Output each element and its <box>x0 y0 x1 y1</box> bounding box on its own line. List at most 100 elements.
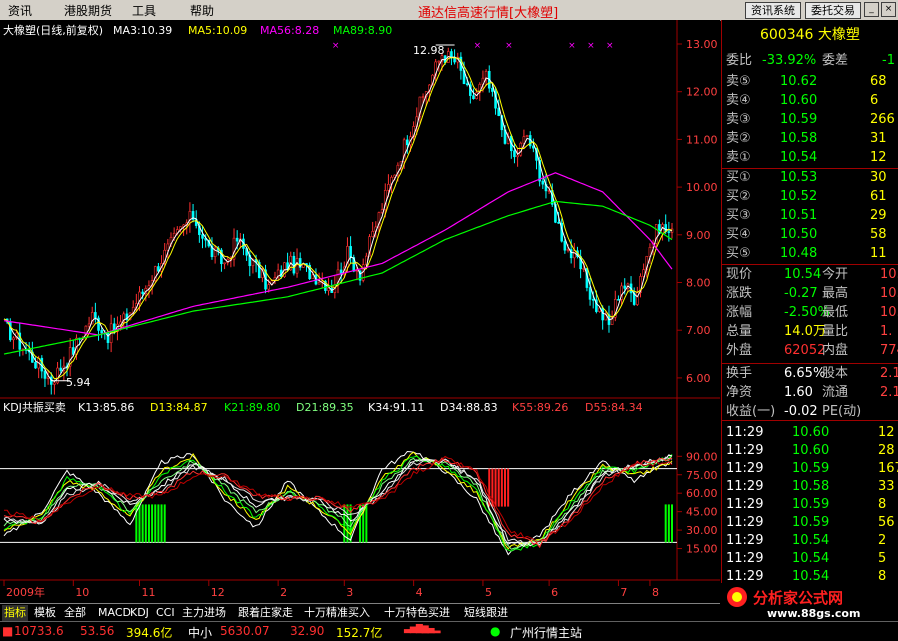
tick-price: 10.58 <box>792 479 830 494</box>
bid-volume: 58 <box>870 227 887 242</box>
site-logo: 分析家公式网 www.88gs.com <box>721 583 898 621</box>
sh-amount: 394.6亿 <box>126 626 173 640</box>
ask-label: 卖② <box>726 131 751 146</box>
ask-price: 10.58 <box>780 131 818 146</box>
sh-up-icon: ■ <box>2 624 14 638</box>
stat-value: 14.0万 <box>784 324 826 339</box>
candle-body <box>525 135 529 138</box>
tab-10[interactable]: 短线跟进 <box>462 605 510 621</box>
ask-price: 10.62 <box>780 74 818 89</box>
buy-signal-bar <box>667 504 670 543</box>
tick-time: 11:29 <box>726 443 764 458</box>
tick-volume: 12 <box>878 425 895 440</box>
stat-value-2: 10. <box>880 286 898 301</box>
candle-body <box>349 246 352 258</box>
ask-label: 卖③ <box>726 112 751 127</box>
chart-area[interactable]: × × × × × × 13.00 12.00 11.00 10.00 9.00 8.00 7.00 6… <box>0 20 720 603</box>
menu-help[interactable]: 帮助 <box>190 2 214 19</box>
tick-time: 11:29 <box>726 515 764 530</box>
kline-kdj-chart[interactable]: × × × × × × 13.00 12.00 11.00 10.00 9.00 8.00 7.00 6… <box>0 20 720 603</box>
stat-value-2: 2.10 <box>880 385 898 400</box>
bid-price: 10.50 <box>780 227 818 242</box>
stat-value-2: 10. <box>880 267 898 282</box>
menu-hk-futures[interactable]: 港股期货 <box>64 2 112 19</box>
candle-body <box>557 222 560 224</box>
tab-8[interactable]: 十万精准买入 <box>302 605 372 621</box>
stat-label: 收益(一) <box>726 404 776 419</box>
news-system-button[interactable]: 资讯系统 <box>745 2 801 19</box>
minimize-icon[interactable]: _ <box>864 2 879 17</box>
kdj-axis-label: 45.00 <box>686 506 718 519</box>
stat-value: 1.60 <box>784 385 813 400</box>
tick-price: 10.59 <box>792 461 830 476</box>
candle-body <box>317 281 321 285</box>
candle-body <box>295 258 299 274</box>
tab-5[interactable]: CCI <box>154 605 177 621</box>
logo-text: 分析家公式网 <box>753 589 843 607</box>
candle-body <box>617 298 620 301</box>
candle-body <box>235 237 239 242</box>
candle-body <box>201 234 204 239</box>
candle-body <box>406 139 409 146</box>
tick-volume: 8 <box>878 497 887 512</box>
candle-body <box>292 255 296 274</box>
ask-volume: 68 <box>870 74 887 89</box>
tab-2[interactable]: 全部 <box>62 605 88 621</box>
ma5-legend: MA5:10.09 <box>188 24 247 37</box>
tick-time: 11:29 <box>726 533 764 548</box>
candle-body <box>371 231 374 237</box>
bid-price: 10.48 <box>780 246 818 261</box>
time-axis-label: 5 <box>485 586 492 599</box>
tick-row: 11:29 10.54 2 <box>722 531 898 550</box>
buy-signal-bar <box>147 504 150 543</box>
time-axis-label: 4 <box>416 586 423 599</box>
signal-mark: × <box>568 41 576 51</box>
time-axis-label: 11 <box>141 586 155 599</box>
signal-mark: × <box>332 41 340 51</box>
candle-body <box>491 87 494 92</box>
stat-label-2: 股本 <box>822 366 849 381</box>
sell-signal-bar <box>497 468 500 507</box>
tick-price: 10.60 <box>792 425 830 440</box>
close-icon[interactable]: × <box>881 2 896 17</box>
menu-tools[interactable]: 工具 <box>132 2 156 19</box>
tab-7[interactable]: 跟着庄家走 <box>236 605 295 621</box>
candle-body <box>267 284 270 290</box>
time-axis-label: 7 <box>620 586 627 599</box>
time-axis-label: 2 <box>280 586 287 599</box>
ask-row: 卖③ 10.59 266 <box>722 110 898 129</box>
ask-row: 卖⑤ 10.62 68 <box>722 72 898 91</box>
tick-row: 11:29 10.60 28 <box>722 441 898 460</box>
buy-signal-bar <box>671 504 673 543</box>
k21-legend: K21:89.80 <box>224 401 280 414</box>
signal-mark: × <box>505 41 513 51</box>
stat-row: 涨跌 -0.27 最高 10. <box>722 284 898 303</box>
candle-body <box>355 270 359 272</box>
ask-row: 卖② 10.58 31 <box>722 129 898 148</box>
tab-1[interactable]: 模板 <box>32 605 58 621</box>
candle-body <box>636 292 639 305</box>
tab-4[interactable]: KDJ <box>128 605 151 621</box>
k13-legend: K13:85.86 <box>78 401 134 414</box>
stat-label-2: 最低 <box>822 305 849 320</box>
tab-0[interactable]: 指标 <box>2 605 28 621</box>
tick-time: 11:29 <box>726 479 764 494</box>
signal-mark: × <box>587 41 595 51</box>
candle-body <box>516 154 519 158</box>
candle-body <box>223 262 226 265</box>
price-axis-label: 11.00 <box>686 133 718 146</box>
ask-volume: 31 <box>870 131 887 146</box>
time-axis-label: 6 <box>551 586 558 599</box>
sell-signal-bar <box>500 468 503 507</box>
tick-price: 10.59 <box>792 497 830 512</box>
candle-body <box>573 250 576 259</box>
sell-signal-bar <box>507 468 510 507</box>
price-axis-label: 9.00 <box>686 229 711 242</box>
bid-label: 买④ <box>726 227 751 242</box>
candle-body <box>421 96 425 98</box>
tab-9[interactable]: 十万特色买进 <box>382 605 452 621</box>
bid-volume: 11 <box>870 246 887 261</box>
trade-button[interactable]: 委托交易 <box>805 2 861 19</box>
menu-news[interactable]: 资讯 <box>8 2 32 19</box>
tab-6[interactable]: 主力进场 <box>180 605 228 621</box>
